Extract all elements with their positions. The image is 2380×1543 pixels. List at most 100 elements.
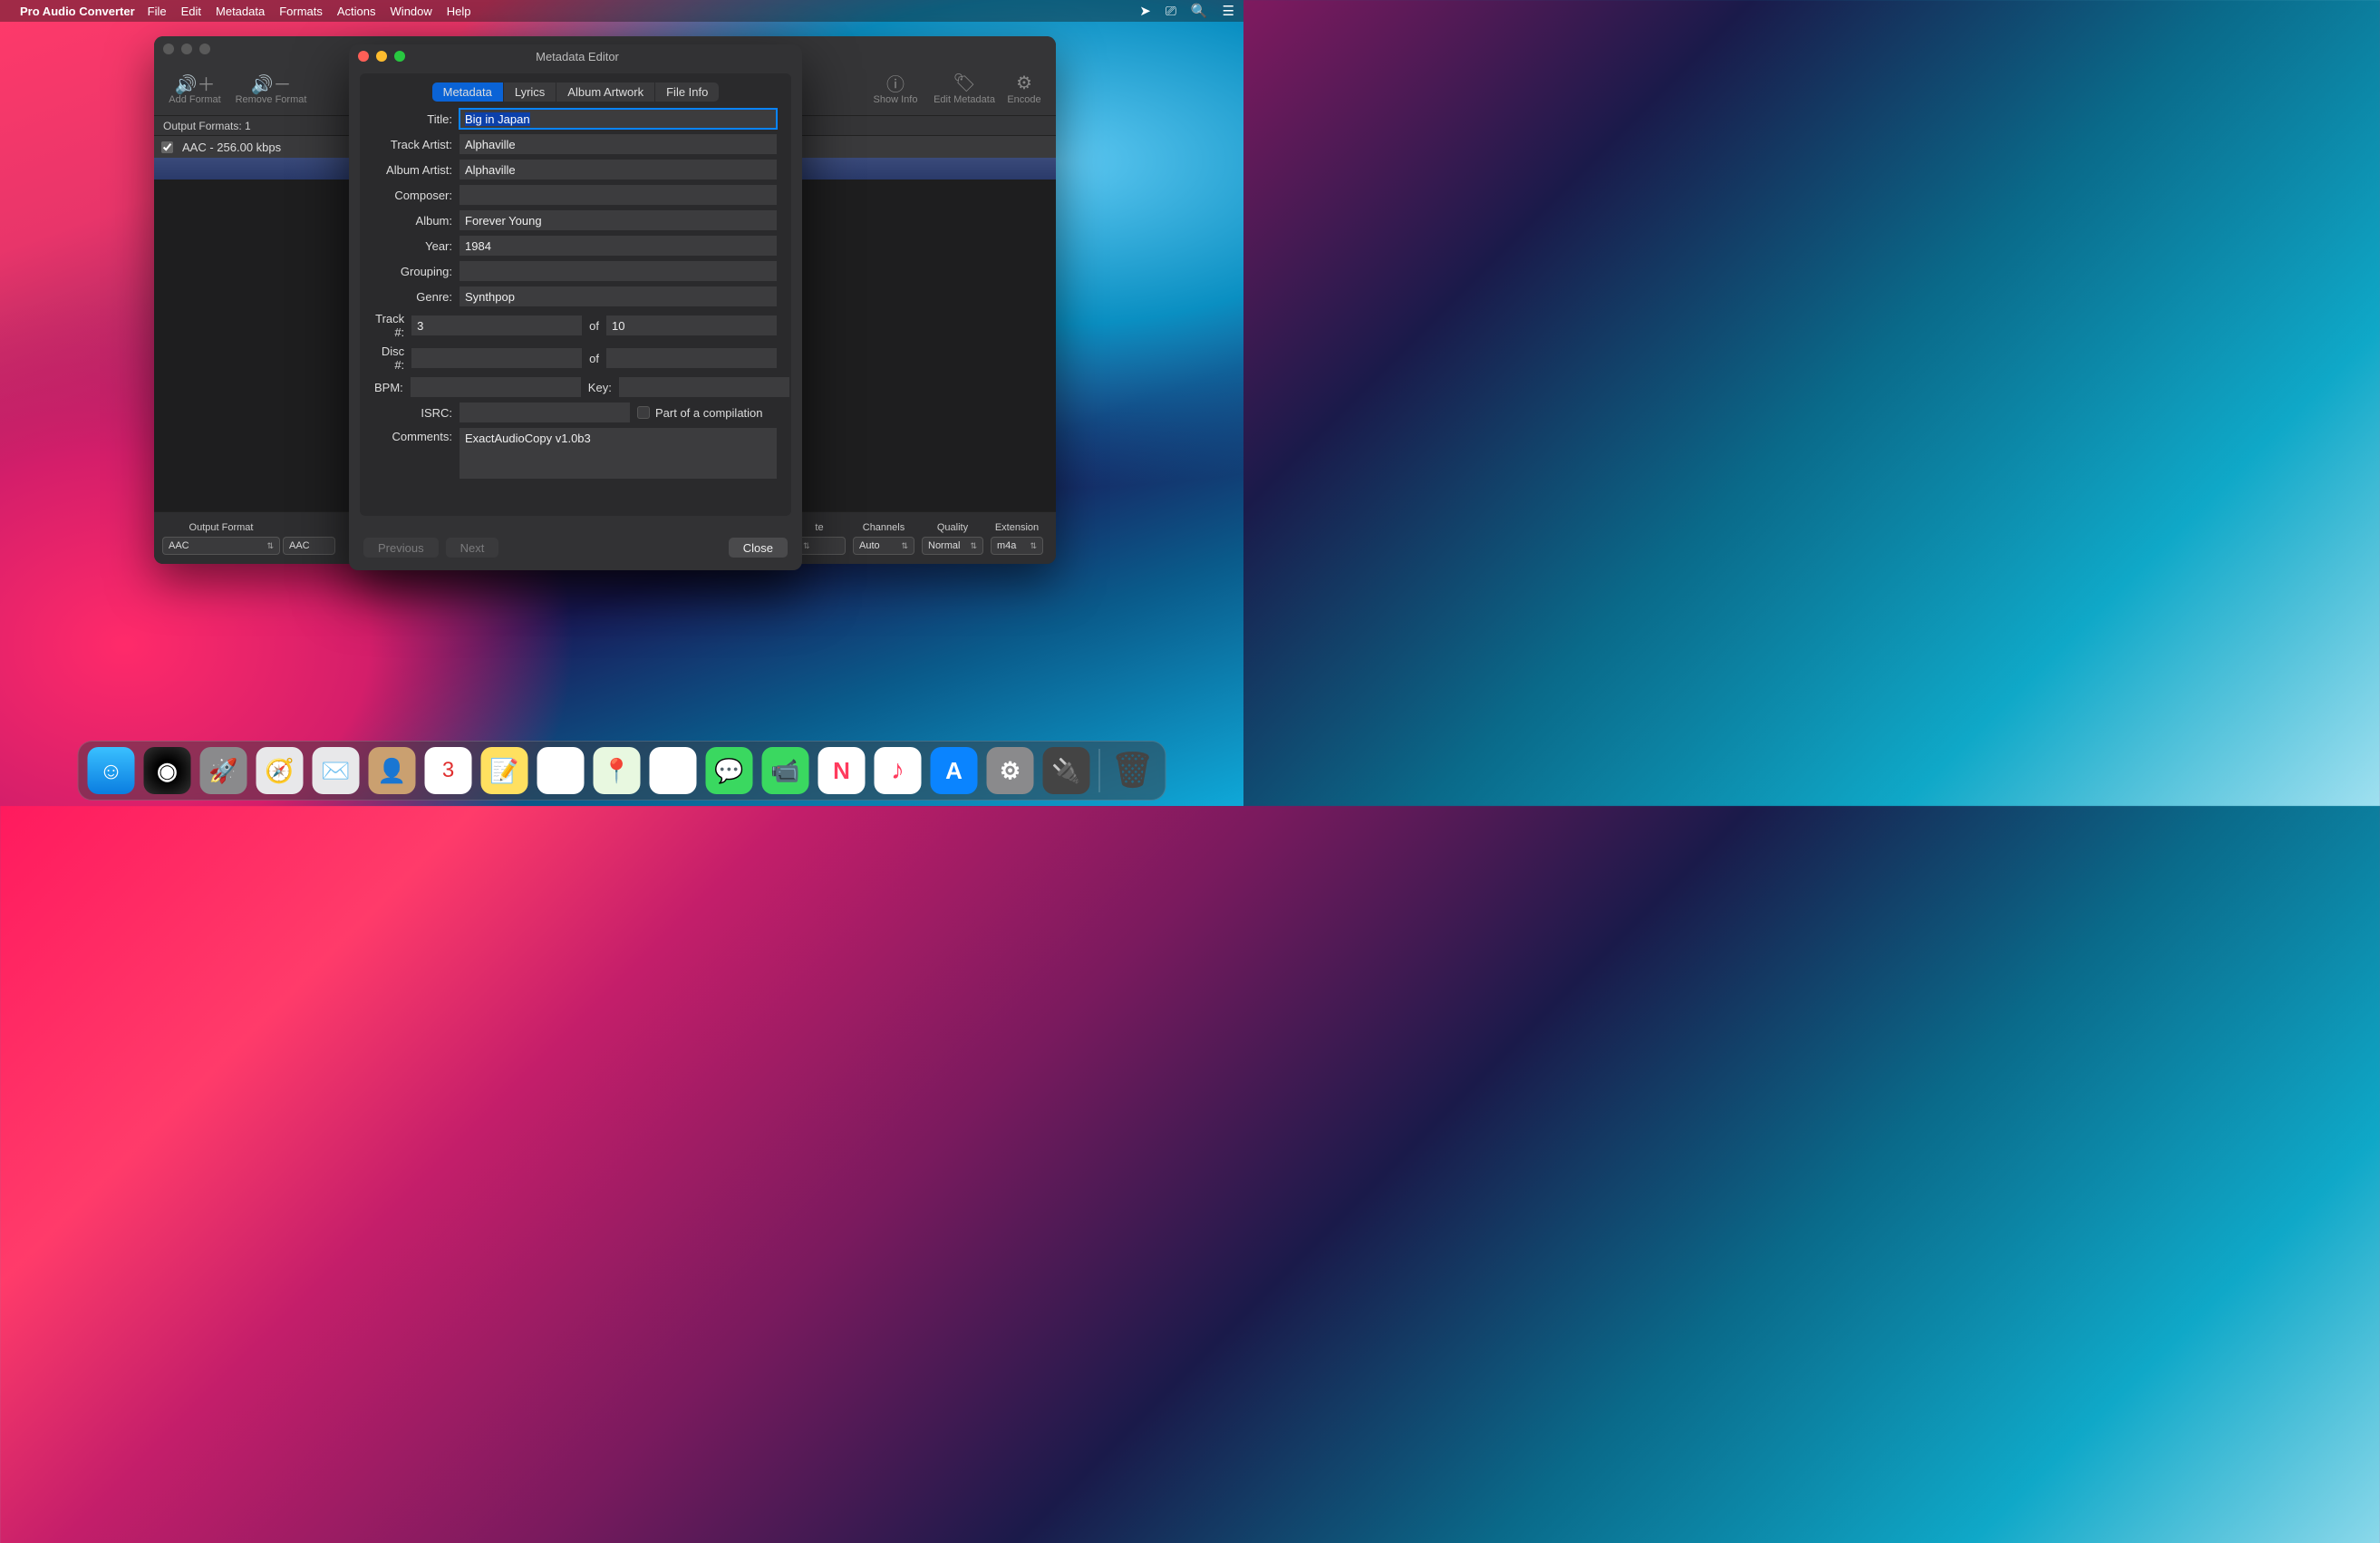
dock-app-maps[interactable]: 📍 [594,747,641,794]
speaker-plus-icon: 🔊＋ [175,73,216,94]
output-formats-label: Output Formats: 1 [163,120,251,132]
menu-help[interactable]: Help [447,5,471,18]
dock-app-safari[interactable]: 🧭 [256,747,304,794]
dock-app-launchpad[interactable]: 🚀 [200,747,247,794]
composer-label: Composer: [374,189,452,202]
menu-edit[interactable]: Edit [181,5,201,18]
format-row-label: AAC - 256.00 kbps [182,141,281,154]
add-format-button[interactable]: 🔊＋ Add Format [163,73,227,105]
dock-app-contacts[interactable]: 👤 [369,747,416,794]
extension-label: Extension [995,522,1039,533]
gear-icon: ⚙ [1016,73,1032,94]
compilation-label: Part of a compilation [655,406,763,420]
output-format-select[interactable]: AAC ⇅ [162,537,280,555]
control-center-icon[interactable]: ☰ [1223,3,1234,19]
title-input[interactable] [460,109,777,129]
bpm-label: BPM: [374,381,403,394]
disc-of-label: of [589,352,599,365]
isrc-input[interactable] [460,403,630,422]
dock-app-appstore[interactable]: A [931,747,978,794]
editor-body: Metadata Lyrics Album Artwork File Info … [360,73,791,516]
extension-value: m4a [997,540,1016,551]
dock-app-notes[interactable]: 📝 [481,747,528,794]
editor-titlebar: Metadata Editor [349,44,802,68]
close-button[interactable]: Close [729,538,788,558]
comments-label: Comments: [374,428,452,443]
genre-input[interactable] [460,286,777,306]
channels-value: Auto [859,540,880,551]
previous-button[interactable]: Previous [363,538,439,558]
editor-window-title: Metadata Editor [362,50,793,63]
chevron-updown-icon: ⇅ [803,541,810,551]
tab-lyrics[interactable]: Lyrics [504,82,556,102]
encode-button[interactable]: ⚙ Encode [1001,73,1047,105]
year-input[interactable] [460,236,777,256]
dock-app-siri[interactable]: ◉ [144,747,191,794]
quality-select[interactable]: Normal ⇅ [922,537,983,555]
remove-format-button[interactable]: 🔊－ Remove Format [230,73,312,105]
dock-app-plug[interactable]: 🔌 [1043,747,1090,794]
dock-app-settings[interactable]: ⚙ [987,747,1034,794]
chevron-updown-icon: ⇅ [901,541,908,551]
next-button[interactable]: Next [446,538,499,558]
dock-trash-icon[interactable]: 🗑 [1109,747,1156,794]
extension-select[interactable]: m4a ⇅ [991,537,1043,555]
codec-select[interactable]: AAC [283,537,335,555]
tag-icon: 🏷 [953,73,975,94]
dock-app-music[interactable]: ♪ [875,747,922,794]
composer-input[interactable] [460,185,777,205]
cursor-icon[interactable]: ➤ [1139,3,1151,19]
remove-format-label: Remove Format [236,94,307,105]
dock-app-photos[interactable]: ❋ [650,747,697,794]
edit-metadata-label: Edit Metadata [934,94,995,105]
info-icon: ⓘ [886,73,905,94]
album-input[interactable] [460,210,777,230]
menu-actions[interactable]: Actions [337,5,376,18]
show-info-button[interactable]: ⓘ Show Info [864,73,927,105]
chevron-updown-icon: ⇅ [266,541,274,551]
dock-app-reminders[interactable]: ☰ [537,747,585,794]
screen-mirror-icon[interactable]: ⎚ [1166,4,1176,19]
comments-input[interactable] [460,428,777,479]
editor-footer: Previous Next Close [349,527,802,570]
grouping-label: Grouping: [374,265,452,278]
menu-formats[interactable]: Formats [279,5,323,18]
title-label: Title: [374,112,452,126]
format-checkbox[interactable] [161,141,173,153]
track-total-input[interactable] [606,315,777,335]
menu-metadata[interactable]: Metadata [216,5,265,18]
dock-app-calendar[interactable]: 3 [425,747,472,794]
encode-label: Encode [1007,94,1040,105]
disc-number-input[interactable] [411,348,582,368]
track-number-input[interactable] [411,315,582,335]
dock: ☺◉🚀🧭✉️👤3📝☰📍❋💬📹N♪A⚙🔌 🗑 [78,741,1166,801]
add-format-label: Add Format [169,94,220,105]
album-artist-input[interactable] [460,160,777,180]
menu-file[interactable]: File [148,5,167,18]
dock-app-finder[interactable]: ☺ [88,747,135,794]
app-name[interactable]: Pro Audio Converter [20,5,135,18]
dock-app-mail[interactable]: ✉️ [313,747,360,794]
spotlight-icon[interactable]: 🔍 [1191,3,1208,19]
tab-file-info[interactable]: File Info [655,82,719,102]
disc-total-input[interactable] [606,348,777,368]
album-label: Album: [374,214,452,228]
dock-app-facetime[interactable]: 📹 [762,747,809,794]
compilation-checkbox-wrap[interactable]: Part of a compilation [637,406,763,420]
metadata-form: Title: Track Artist: Album Artist: Compo… [374,109,777,503]
channels-select[interactable]: Auto ⇅ [853,537,914,555]
track-artist-input[interactable] [460,134,777,154]
dock-app-messages[interactable]: 💬 [706,747,753,794]
key-input[interactable] [619,377,789,397]
bpm-input[interactable] [411,377,581,397]
album-artist-label: Album Artist: [374,163,452,177]
tab-metadata[interactable]: Metadata [432,82,504,102]
grouping-input[interactable] [460,261,777,281]
compilation-checkbox[interactable] [637,406,650,419]
show-info-label: Show Info [874,94,918,105]
edit-metadata-button[interactable]: 🏷 Edit Metadata [927,73,1001,105]
tab-album-artwork[interactable]: Album Artwork [556,82,655,102]
dock-app-news[interactable]: N [818,747,866,794]
output-format-label: Output Format [189,522,254,533]
menu-window[interactable]: Window [391,5,432,18]
